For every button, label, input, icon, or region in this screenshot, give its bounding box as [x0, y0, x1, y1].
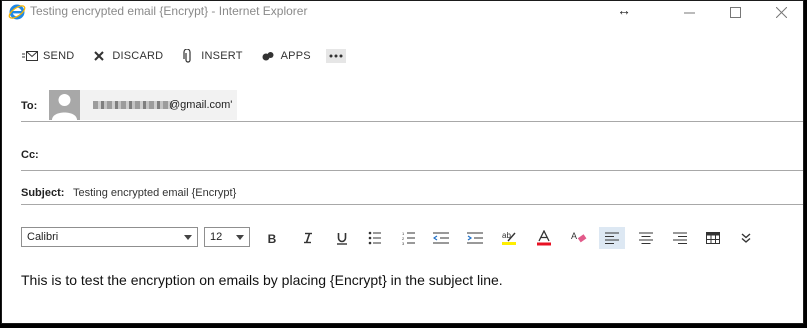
apps-label: APPS [280, 50, 311, 62]
chevron-down-icon [184, 235, 192, 240]
maximize-button[interactable] [712, 1, 758, 23]
eraser-icon: A [571, 231, 587, 243]
font-color-button[interactable] [531, 227, 557, 249]
align-center-button[interactable] [633, 227, 659, 249]
align-left-icon [605, 232, 619, 244]
compose-toolbar: SEND DISCARD INSERT APPS [22, 47, 346, 65]
discard-label: DISCARD [112, 50, 164, 62]
increase-indent-icon [467, 232, 483, 244]
bullet-list-button[interactable] [362, 227, 388, 249]
cc-field[interactable]: Cc: [21, 139, 803, 171]
align-left-button[interactable] [599, 227, 625, 249]
apps-icon [260, 48, 276, 64]
maximize-icon [729, 6, 741, 18]
italic-button[interactable] [295, 227, 321, 249]
decrease-indent-button[interactable] [428, 227, 454, 249]
subject-field[interactable]: Subject: Testing encrypted email {Encryp… [21, 184, 803, 205]
clear-formatting-button[interactable]: A [566, 227, 592, 249]
person-silhouette-icon [52, 94, 77, 120]
resize-cursor-icon: ↔ [617, 2, 631, 18]
send-icon [22, 48, 38, 64]
minimize-icon [683, 12, 695, 13]
numbered-list-button[interactable]: 123 [396, 227, 422, 249]
close-icon [775, 6, 787, 18]
align-center-icon [639, 232, 653, 244]
insert-button[interactable]: INSERT [180, 48, 242, 64]
browser-window: Testing encrypted email {Encrypt} - Inte… [1, 0, 804, 324]
ellipsis-icon [329, 54, 343, 58]
svg-text:B: B [268, 232, 277, 244]
table-icon [706, 232, 720, 244]
cc-label: Cc: [21, 149, 39, 161]
font-family-value: Calibri [27, 231, 59, 243]
close-button[interactable] [758, 1, 803, 23]
highlight-button[interactable]: ab [496, 227, 522, 249]
numbered-list-icon: 123 [402, 231, 415, 245]
window-title: Testing encrypted email {Encrypt} - Inte… [30, 4, 308, 18]
align-right-button[interactable] [667, 227, 693, 249]
to-field[interactable]: To: @gmail.com' [21, 90, 803, 122]
svg-text:3: 3 [402, 241, 405, 245]
formatting-toolbar: Calibri 12 B 123 ab A [21, 227, 791, 249]
avatar [49, 90, 80, 120]
font-family-select[interactable]: Calibri [21, 227, 198, 247]
send-label: SEND [43, 50, 75, 62]
title-bar[interactable]: Testing encrypted email {Encrypt} - Inte… [2, 1, 803, 23]
redacted-email-part [93, 101, 172, 109]
subject-label: Subject: [21, 187, 65, 199]
bold-button[interactable]: B [259, 227, 285, 249]
double-chevron-down-icon [741, 233, 751, 243]
more-formatting-button[interactable] [733, 227, 759, 249]
more-options-button[interactable] [325, 49, 346, 63]
underline-icon [337, 232, 347, 245]
increase-indent-button[interactable] [462, 227, 488, 249]
bold-icon: B [268, 232, 277, 244]
recipient-chip[interactable]: @gmail.com' [49, 90, 237, 120]
underline-button[interactable] [329, 227, 355, 249]
send-button[interactable]: SEND [22, 48, 74, 64]
discard-button[interactable]: DISCARD [91, 48, 163, 64]
highlighter-icon: ab [502, 231, 516, 245]
font-size-value: 12 [210, 231, 223, 243]
italic-icon [304, 232, 312, 244]
chevron-down-icon [236, 235, 244, 240]
align-right-icon [673, 232, 687, 244]
apps-button[interactable]: APPS [260, 48, 311, 64]
insert-table-button[interactable] [700, 227, 726, 249]
minimize-button[interactable] [666, 1, 712, 23]
subject-value[interactable]: Testing encrypted email {Encrypt} [73, 187, 236, 199]
discard-x-icon [91, 48, 107, 64]
to-label: To: [21, 100, 38, 112]
message-body[interactable]: This is to test the encryption on emails… [21, 272, 503, 288]
recipient-email: @gmail.com' [169, 99, 233, 111]
bullet-list-icon [368, 231, 381, 245]
font-color-icon [537, 230, 551, 246]
internet-explorer-icon [8, 4, 26, 20]
paperclip-icon [180, 48, 196, 64]
font-size-select[interactable]: 12 [204, 227, 250, 247]
insert-label: INSERT [201, 50, 243, 62]
svg-text:A: A [571, 231, 577, 241]
decrease-indent-icon [433, 232, 449, 244]
